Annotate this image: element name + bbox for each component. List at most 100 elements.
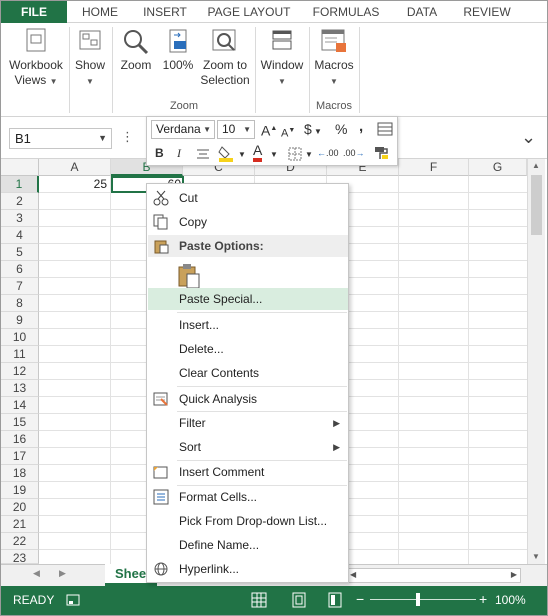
- menu-item-hyperlink[interactable]: Hyperlink...: [148, 558, 348, 580]
- increase-decimal-button[interactable]: ←.00: [317, 145, 339, 161]
- row-header[interactable]: 18: [1, 465, 39, 482]
- column-header-g[interactable]: G: [469, 159, 527, 176]
- row-header[interactable]: 5: [1, 244, 39, 261]
- fill-color-icon[interactable]: [217, 144, 237, 162]
- row-header[interactable]: 4: [1, 227, 39, 244]
- menu-item-clear-contents[interactable]: Clear Contents: [148, 362, 348, 384]
- column-header-f[interactable]: F: [399, 159, 469, 176]
- row-header[interactable]: 3: [1, 210, 39, 227]
- chevron-down-icon: ▼: [86, 77, 94, 86]
- zoom-out-button[interactable]: −: [356, 591, 364, 607]
- sheet-next-icon[interactable]: ▶: [59, 568, 66, 579]
- zoom-slider-thumb[interactable]: [416, 593, 420, 606]
- normal-view-icon[interactable]: [251, 592, 267, 608]
- formula-bar-options-icon[interactable]: ⋮: [121, 129, 134, 145]
- row-header[interactable]: 16: [1, 431, 39, 448]
- horizontal-scrollbar[interactable]: ◀ ▶: [346, 568, 521, 583]
- page-break-view-icon[interactable]: [327, 592, 343, 608]
- tab-page-layout[interactable]: PAGE LAYOUT: [201, 1, 297, 23]
- menu-item-format-cells[interactable]: Format Cells...: [148, 486, 348, 508]
- tab-home[interactable]: HOME: [71, 1, 129, 23]
- italic-button[interactable]: I: [177, 145, 181, 161]
- row-header[interactable]: 2: [1, 193, 39, 210]
- menu-item-copy[interactable]: Copy: [148, 211, 348, 233]
- format-painter-icon[interactable]: [373, 145, 389, 161]
- menu-item-pick-from-list[interactable]: Pick From Drop-down List...: [148, 510, 348, 532]
- font-color-button[interactable]: A: [253, 143, 263, 162]
- row-header[interactable]: 11: [1, 346, 39, 363]
- menu-item-paste-special[interactable]: Paste Special...: [148, 288, 348, 310]
- row-header[interactable]: 14: [1, 397, 39, 414]
- zoom-100-button[interactable]: 100%: [159, 27, 197, 73]
- bold-button[interactable]: B: [155, 145, 164, 161]
- row-header[interactable]: 12: [1, 363, 39, 380]
- workbook-views-button[interactable]: Workbook Views ▼: [7, 27, 65, 89]
- scroll-left-icon[interactable]: ◀: [350, 570, 356, 579]
- name-box[interactable]: B1 ▼: [9, 128, 112, 149]
- macros-button[interactable]: Macros ▼: [311, 27, 357, 89]
- borders-icon[interactable]: [287, 146, 303, 162]
- tab-review[interactable]: REVIEW: [455, 1, 519, 23]
- select-all-corner[interactable]: [1, 159, 39, 176]
- comma-format-button[interactable]: ,: [359, 119, 363, 135]
- row-header[interactable]: 13: [1, 380, 39, 397]
- row-header[interactable]: 10: [1, 329, 39, 346]
- menu-item-insert-comment[interactable]: Insert Comment: [148, 461, 348, 483]
- menu-item-sort[interactable]: Sort ▶: [148, 436, 348, 458]
- row-header[interactable]: 21: [1, 516, 39, 533]
- tab-data[interactable]: DATA: [395, 1, 449, 23]
- sheet-prev-icon[interactable]: ◀: [33, 568, 40, 579]
- align-center-icon[interactable]: [195, 147, 211, 161]
- zoom-in-button[interactable]: +: [479, 591, 487, 607]
- page-layout-view-icon[interactable]: [291, 592, 307, 608]
- vertical-scrollbar[interactable]: ▲ ▼: [527, 159, 545, 564]
- row-header[interactable]: 6: [1, 261, 39, 278]
- scroll-right-icon[interactable]: ▶: [511, 570, 517, 579]
- row-header[interactable]: 20: [1, 499, 39, 516]
- paste-clipboard-icon[interactable]: [177, 263, 203, 289]
- chevron-down-icon[interactable]: ▼: [238, 147, 246, 163]
- row-header[interactable]: 19: [1, 482, 39, 499]
- row-header[interactable]: 8: [1, 295, 39, 312]
- zoom-to-selection-button[interactable]: Zoom to Selection: [199, 27, 251, 88]
- row-header[interactable]: 9: [1, 312, 39, 329]
- menu-item-insert[interactable]: Insert...: [148, 314, 348, 336]
- row-header[interactable]: 22: [1, 533, 39, 550]
- zoom-slider[interactable]: [370, 599, 476, 600]
- menu-item-define-name[interactable]: Define Name...: [148, 534, 348, 556]
- macros-label: Macros: [314, 58, 354, 72]
- scroll-down-icon[interactable]: ▼: [532, 552, 540, 561]
- zoom-level[interactable]: 100%: [495, 593, 526, 607]
- row-header[interactable]: 15: [1, 414, 39, 431]
- row-header[interactable]: 1: [1, 176, 39, 193]
- menu-item-cut[interactable]: Cut: [148, 187, 348, 209]
- tab-file[interactable]: FILE: [1, 1, 67, 23]
- row-header[interactable]: 23: [1, 550, 39, 564]
- show-button[interactable]: Show ▼: [71, 27, 109, 89]
- cell-a1[interactable]: 25: [41, 176, 107, 192]
- zoom-button[interactable]: Zoom: [116, 27, 156, 73]
- column-header-a[interactable]: A: [39, 159, 111, 176]
- font-name-select[interactable]: Verdana ▼: [151, 120, 215, 139]
- macro-record-icon[interactable]: [65, 592, 81, 608]
- decrease-decimal-button[interactable]: .00→: [343, 145, 365, 161]
- tab-formulas[interactable]: FORMULAS: [303, 1, 389, 23]
- scroll-thumb[interactable]: [531, 175, 542, 235]
- chevron-down-icon[interactable]: ▼: [270, 147, 278, 163]
- window-button[interactable]: Window ▼: [257, 27, 307, 89]
- font-size-select[interactable]: 10 ▼: [217, 120, 255, 139]
- chevron-down-icon[interactable]: ▼: [305, 147, 313, 163]
- percent-format-button[interactable]: %: [335, 121, 347, 137]
- row-header[interactable]: 7: [1, 278, 39, 295]
- menu-item-filter[interactable]: Filter ▶: [148, 412, 348, 434]
- menu-item-quick-analysis[interactable]: Quick Analysis: [148, 388, 348, 410]
- currency-format-button[interactable]: $ ▼: [304, 121, 322, 140]
- increase-font-size-button[interactable]: A▲: [261, 121, 277, 139]
- row-header[interactable]: 17: [1, 448, 39, 465]
- scroll-up-icon[interactable]: ▲: [532, 161, 540, 170]
- expand-formula-bar-icon[interactable]: ⌄: [521, 127, 536, 148]
- decrease-font-size-button[interactable]: A▼: [281, 123, 295, 142]
- tab-insert[interactable]: INSERT: [133, 1, 197, 23]
- format-painter-table-icon[interactable]: [377, 122, 393, 136]
- menu-item-delete[interactable]: Delete...: [148, 338, 348, 360]
